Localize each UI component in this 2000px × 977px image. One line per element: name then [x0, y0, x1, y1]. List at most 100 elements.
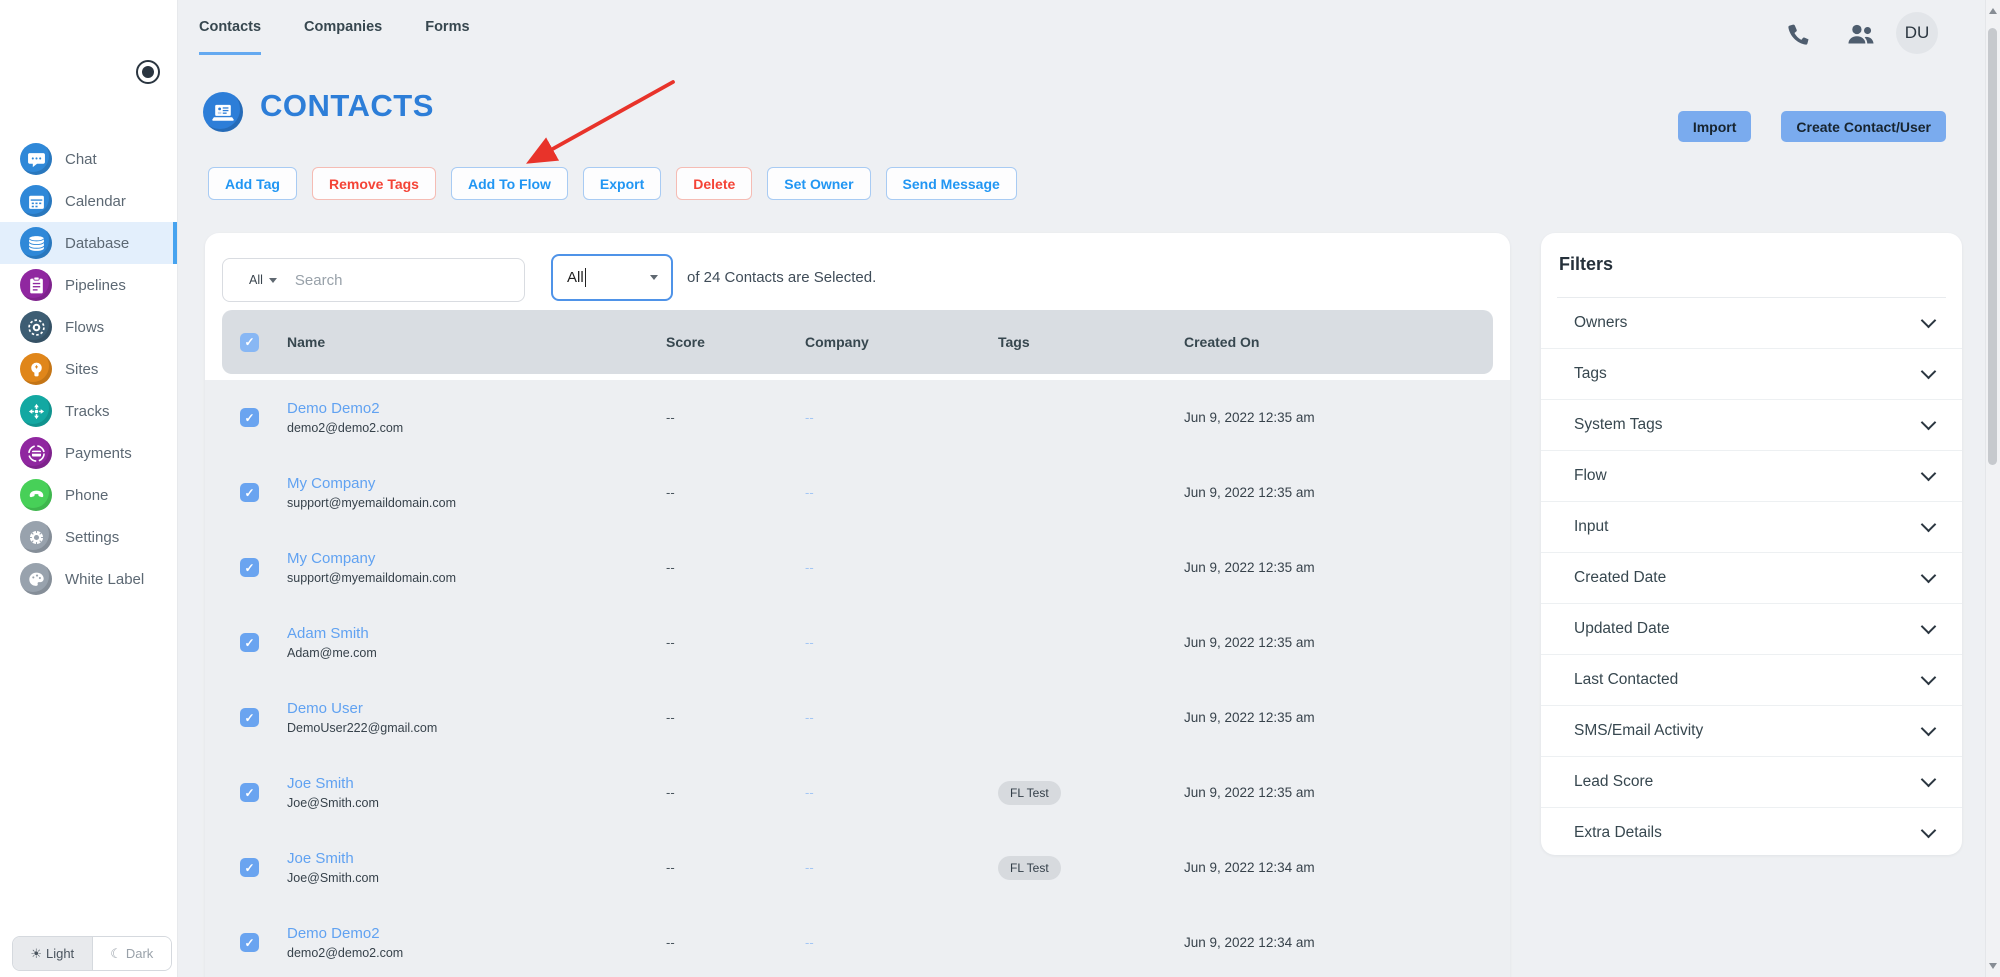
filter-item-flow[interactable]: Flow [1541, 451, 1962, 502]
contact-email: Joe@Smith.com [287, 796, 379, 810]
scrollbar-thumb[interactable] [1988, 28, 1997, 465]
filters-title: Filters [1559, 254, 1614, 274]
filter-item-extra-details[interactable]: Extra Details [1541, 808, 1962, 858]
filter-item-created-date[interactable]: Created Date [1541, 553, 1962, 604]
contact-company[interactable]: -- [805, 635, 998, 650]
chevron-down-icon [1920, 567, 1937, 584]
filter-label: Updated Date [1574, 620, 1670, 637]
tag-pill: FL Test [998, 780, 1061, 805]
theme-dark-button[interactable]: ☾ Dark [92, 937, 171, 970]
row-checkbox[interactable] [240, 708, 259, 727]
contact-name-link[interactable]: Demo User [287, 700, 666, 717]
contact-company[interactable]: -- [805, 560, 998, 575]
row-checkbox[interactable] [240, 483, 259, 502]
sidebar-item-database[interactable]: Database [0, 222, 177, 264]
sidebar-item-settings[interactable]: Settings [0, 516, 177, 558]
annotation-arrow [526, 80, 675, 164]
row-checkbox[interactable] [240, 633, 259, 652]
tab-forms[interactable]: Forms [425, 19, 469, 55]
send-message-button[interactable]: Send Message [885, 167, 1017, 200]
sidebar-item-label: Sites [65, 360, 99, 378]
contact-company[interactable]: -- [805, 410, 998, 425]
filter-item-tags[interactable]: Tags [1541, 349, 1962, 400]
scroll-up-arrow-icon[interactable] [1989, 8, 1997, 14]
set-owner-button[interactable]: Set Owner [767, 167, 871, 200]
export-button[interactable]: Export [582, 167, 662, 200]
sidebar-item-phone[interactable]: Phone [0, 474, 177, 516]
vertical-scrollbar[interactable] [1985, 0, 2000, 977]
row-checkbox[interactable] [240, 558, 259, 577]
sidebar-item-flows[interactable]: Flows [0, 306, 177, 348]
filter-label: Extra Details [1574, 824, 1662, 841]
search-scope-value: All [249, 273, 263, 287]
contact-company[interactable]: -- [805, 710, 998, 725]
selection-dropdown[interactable]: All [551, 254, 673, 301]
create-contact-user-button[interactable]: Create Contact/User [1781, 111, 1946, 142]
contact-name-link[interactable]: Joe Smith [287, 850, 666, 867]
tab-contacts[interactable]: Contacts [199, 19, 262, 55]
column-header-name: Name [287, 334, 326, 350]
filter-label: Owners [1574, 314, 1628, 331]
contact-company[interactable]: -- [805, 485, 998, 500]
tab-companies[interactable]: Companies [304, 19, 382, 55]
users-icon[interactable] [1846, 21, 1876, 47]
white-label-icon [20, 563, 52, 595]
contact-name-link[interactable]: Joe Smith [287, 775, 666, 792]
payments-icon [20, 437, 52, 469]
sidebar-item-label: Tracks [65, 402, 110, 420]
sidebar-item-sites[interactable]: Sites [0, 348, 177, 390]
text-cursor [584, 268, 587, 287]
filter-item-owners[interactable]: Owners [1541, 298, 1962, 349]
contact-name-link[interactable]: My Company [287, 475, 666, 492]
scroll-down-arrow-icon[interactable] [1989, 963, 1997, 969]
filter-item-sms-email-activity[interactable]: SMS/Email Activity [1541, 706, 1962, 757]
contact-score: -- [666, 485, 675, 500]
filter-label: Tags [1574, 365, 1607, 382]
theme-light-button[interactable]: ☀ Light [13, 937, 93, 970]
sidebar-item-white-label[interactable]: White Label [0, 558, 177, 600]
search-scope-dropdown[interactable]: All [249, 273, 277, 287]
filter-item-last-contacted[interactable]: Last Contacted [1541, 655, 1962, 706]
filter-item-input[interactable]: Input [1541, 502, 1962, 553]
chevron-down-icon [268, 277, 277, 283]
contact-score: -- [666, 710, 675, 725]
import-button[interactable]: Import [1677, 111, 1752, 142]
contact-created-on: Jun 9, 2022 12:35 am [1184, 560, 1315, 575]
filter-item-lead-score[interactable]: Lead Score [1541, 757, 1962, 808]
search-input[interactable] [292, 270, 477, 290]
contact-score: -- [666, 785, 675, 800]
contact-name-link[interactable]: My Company [287, 550, 666, 567]
row-checkbox[interactable] [240, 783, 259, 802]
sidebar-item-calendar[interactable]: Calendar [0, 180, 177, 222]
sidebar-item-tracks[interactable]: Tracks [0, 390, 177, 432]
chevron-down-icon [1920, 618, 1937, 635]
row-checkbox[interactable] [240, 858, 259, 877]
sidebar-item-chat[interactable]: Chat [0, 138, 177, 180]
avatar[interactable]: DU [1896, 12, 1938, 54]
filter-item-system-tags[interactable]: System Tags [1541, 400, 1962, 451]
remove-tags-button[interactable]: Remove Tags [311, 167, 436, 200]
contact-name-link[interactable]: Demo Demo2 [287, 400, 666, 417]
add-tag-button[interactable]: Add Tag [208, 167, 297, 200]
record-icon[interactable] [136, 60, 160, 84]
phone-icon [20, 479, 52, 511]
select-all-checkbox[interactable] [240, 332, 259, 352]
filter-item-updated-date[interactable]: Updated Date [1541, 604, 1962, 655]
contact-name-link[interactable]: Adam Smith [287, 625, 666, 642]
phone-icon[interactable] [1786, 21, 1812, 47]
sidebar-item-label: Flows [65, 318, 105, 336]
delete-button[interactable]: Delete [676, 167, 753, 200]
contact-company[interactable]: -- [805, 860, 998, 875]
add-to-flow-button[interactable]: Add To Flow [450, 167, 568, 200]
filter-list: Owners Tags System Tags Flow Input Created Da… [1541, 298, 1962, 858]
table-row: Joe SmithJoe@Smith.com----FL TestJun 9, … [205, 830, 1510, 905]
sidebar-item-pipelines[interactable]: Pipelines [0, 264, 177, 306]
contact-company[interactable]: -- [805, 935, 998, 950]
theme-toggle: ☀ Light ☾ Dark [12, 936, 172, 971]
contact-created-on: Jun 9, 2022 12:35 am [1184, 485, 1315, 500]
contact-name-link[interactable]: Demo Demo2 [287, 925, 666, 942]
contact-company[interactable]: -- [805, 785, 998, 800]
sidebar-item-payments[interactable]: Payments [0, 432, 177, 474]
row-checkbox[interactable] [240, 408, 259, 427]
row-checkbox[interactable] [240, 933, 259, 952]
